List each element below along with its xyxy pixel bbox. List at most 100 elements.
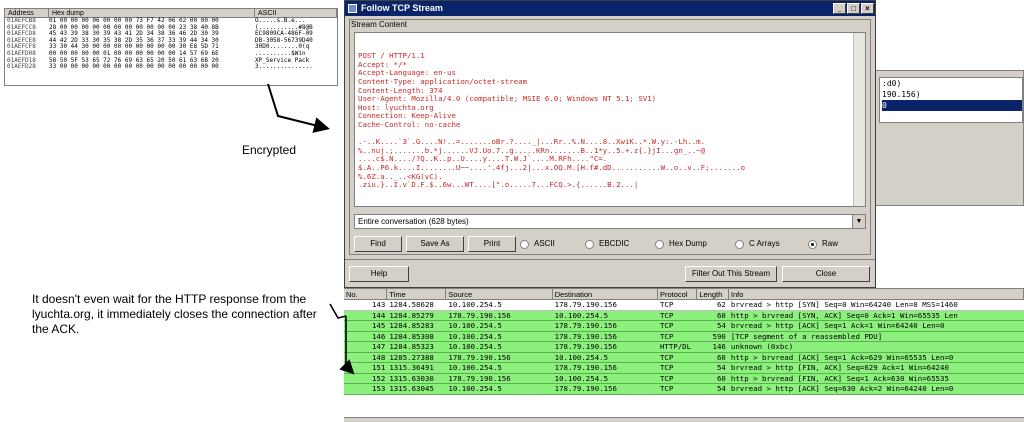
packet-cell-time: 1284.58628	[389, 300, 434, 309]
stream-content-label: Stream Content	[351, 20, 408, 29]
packet-cell-len: 54	[716, 321, 726, 330]
filter-out-stream-button[interactable]: Filter Out This Stream	[685, 266, 777, 282]
dialog-titlebar[interactable]: Follow TCP Stream	[345, 1, 875, 16]
arrow-to-encrypted-data	[267, 83, 330, 133]
packet-cell-time: 1315.63045	[389, 384, 434, 393]
packet-cell-time: 1284.85279	[389, 310, 434, 320]
hex-dump-rows: 01AEFCB8 01 00 00 00 06 00 00 00 73 F7 42…	[5, 17, 337, 71]
col-source-header[interactable]: Source	[446, 289, 553, 299]
stream-scrollbar[interactable]	[853, 33, 865, 206]
packet-cell-no: 147	[371, 342, 386, 351]
close-button[interactable]: Close	[782, 266, 870, 282]
packet-cell-len: 590	[712, 331, 726, 341]
packet-row[interactable]: 145 1284.85283 10.100.254.5 178.79.190.156 T…	[344, 321, 1024, 332]
packet-cell-no: 148	[371, 352, 386, 362]
packet-cell-proto: TCP	[659, 384, 674, 393]
radio-ascii[interactable]: ASCII	[520, 239, 555, 249]
radio-raw-indicator[interactable]	[808, 239, 817, 249]
packet-row[interactable]: 147 1284.85323 10.100.254.5 178.79.190.156 H…	[344, 342, 1024, 353]
packet-row[interactable]: 148 1285.27388 178.79.190.156 10.100.254.5 T…	[344, 352, 1024, 363]
hex-header-address[interactable]: Address	[5, 9, 49, 17]
packet-cell-src: 10.100.254.5	[448, 384, 502, 393]
packet-cell-proto: TCP	[659, 352, 674, 362]
radio-raw[interactable]: Raw	[808, 239, 838, 249]
packet-cell-no: 143	[371, 300, 386, 309]
print-button[interactable]: Print	[468, 236, 516, 252]
packet-cell-proto: TCP	[659, 321, 674, 330]
radio-hex-dump-label: Hex Dump	[669, 239, 707, 248]
packet-cell-dst: 178.79.190.156	[554, 342, 617, 351]
packet-row[interactable]: 152 1315.63030 178.79.190.156 10.100.254.5 T…	[344, 373, 1024, 384]
packet-cell-dst: 10.100.254.5	[554, 373, 609, 383]
radio-ascii-indicator[interactable]	[520, 239, 529, 249]
packet-cell-len: 54	[716, 363, 726, 372]
chevron-down-icon[interactable]: ▼	[852, 215, 865, 228]
packet-cell-len: 54	[716, 384, 726, 393]
radio-ebcdic-label: EBCDIC	[599, 239, 630, 248]
col-destination-header[interactable]: Destination	[553, 289, 658, 299]
packet-cell-info: brvread > http [ACK] Seq=630 Ack=2 Win=6…	[730, 384, 954, 393]
col-no-header[interactable]: No.	[344, 289, 388, 299]
stream-line: POST / HTTP/1.1	[358, 51, 425, 61]
packet-cell-dst: 178.79.190.156	[554, 331, 617, 341]
packet-cell-src: 178.79.190.156	[448, 373, 511, 383]
packet-row[interactable]: 143 1284.58628 10.100.254.5 178.79.190.156 T…	[344, 300, 1024, 311]
col-time-header[interactable]: Time	[387, 289, 447, 299]
maximize-button[interactable]: □	[847, 3, 860, 14]
packet-cell-src: 178.79.190.156	[448, 310, 511, 320]
hex-header-hexdump[interactable]: Hex dump	[49, 9, 255, 17]
conversation-dropdown-value: Entire conversation (628 bytes)	[358, 217, 469, 226]
packet-cell-time: 1284.85283	[389, 321, 434, 330]
packet-row[interactable]: 144 1284.85279 178.79.190.156 10.100.254.5 T…	[344, 310, 1024, 321]
background-list: :d0) 190.156) 0	[879, 77, 1023, 123]
follow-tcp-stream-dialog: Follow TCP Stream _ □ × Stream Content P…	[344, 0, 876, 288]
hex-row[interactable]: 01AEFD28 33 00 00 00 00 00 00 00 00 00 00…	[5, 64, 337, 71]
packet-cell-proto: HTTP/DL	[659, 342, 692, 351]
packet-row[interactable]: 153 1315.63045 10.100.254.5 178.79.190.156 T…	[344, 384, 1024, 395]
hex-header-ascii[interactable]: ASCII	[255, 9, 337, 17]
packet-cell-dst: 178.79.190.156	[554, 384, 617, 393]
radio-ebcdic[interactable]: EBCDIC	[585, 239, 629, 249]
packet-row[interactable]: 151 1315.36491 10.100.254.5 178.79.190.156 T…	[344, 363, 1024, 374]
conversation-dropdown[interactable]: Entire conversation (628 bytes) ▼	[354, 214, 866, 229]
background-list-item[interactable]: 190.156)	[882, 89, 1022, 100]
packet-cell-info: brvread > http [FIN, ACK] Seq=629 Ack=1 …	[730, 363, 949, 372]
packet-cell-src: 10.100.254.5	[448, 331, 502, 341]
packet-cell-src: 10.100.254.5	[448, 300, 502, 309]
radio-hex-dump[interactable]: Hex Dump	[655, 239, 707, 249]
packet-cell-info: unknown (0xbc)	[730, 342, 794, 351]
radio-c-arrays-indicator[interactable]	[735, 239, 744, 249]
packet-cell-len: 60	[716, 352, 726, 362]
packet-cell-len: 146	[712, 342, 726, 351]
stream-content-text[interactable]: POST / HTTP/1.1 Accept: */* Accept-Languag…	[354, 32, 866, 207]
wireshark-app-icon	[348, 4, 357, 13]
close-window-button[interactable]: ×	[861, 3, 874, 14]
background-list-item-selected[interactable]: 0	[882, 100, 1022, 111]
find-button[interactable]: Find	[354, 236, 402, 252]
background-list-item[interactable]: :d0)	[882, 78, 1022, 89]
col-info-header[interactable]: Info	[729, 289, 1024, 299]
packet-cell-proto: TCP	[659, 363, 674, 372]
col-length-header[interactable]: Length	[697, 289, 729, 299]
packet-cell-no: 144	[371, 310, 386, 320]
packet-cell-src: 10.100.254.5	[448, 363, 502, 372]
packet-list-scrollbar[interactable]	[344, 417, 1024, 422]
col-protocol-header[interactable]: Protocol	[658, 289, 698, 299]
hex-dump-view: Address Hex dump ASCII 01AEFCB8 01 00 00 …	[4, 8, 338, 86]
minimize-button[interactable]: _	[833, 3, 846, 14]
radio-c-arrays[interactable]: C Arrays	[735, 239, 780, 249]
packet-cell-src: 10.100.254.5	[448, 342, 502, 351]
save-as-button[interactable]: Save As	[406, 236, 464, 252]
radio-ebcdic-indicator[interactable]	[585, 239, 594, 249]
packet-cell-no: 152	[371, 373, 386, 383]
hex-cell-ascii: 3...............	[255, 63, 313, 71]
packet-cell-len: 60	[716, 373, 726, 383]
packet-cell-time: 1285.27388	[389, 352, 434, 362]
packet-row[interactable]: 146 1284.85308 10.100.254.5 178.79.190.156 T…	[344, 331, 1024, 342]
radio-hex-dump-indicator[interactable]	[655, 239, 664, 249]
help-button[interactable]: Help	[349, 266, 409, 282]
packet-cell-dst: 178.79.190.156	[554, 300, 617, 309]
packet-cell-proto: TCP	[659, 331, 674, 341]
packet-cell-info: brvread > http [SYN] Seq=0 Win=64240 Len…	[730, 300, 958, 309]
packet-cell-no: 151	[371, 363, 386, 372]
